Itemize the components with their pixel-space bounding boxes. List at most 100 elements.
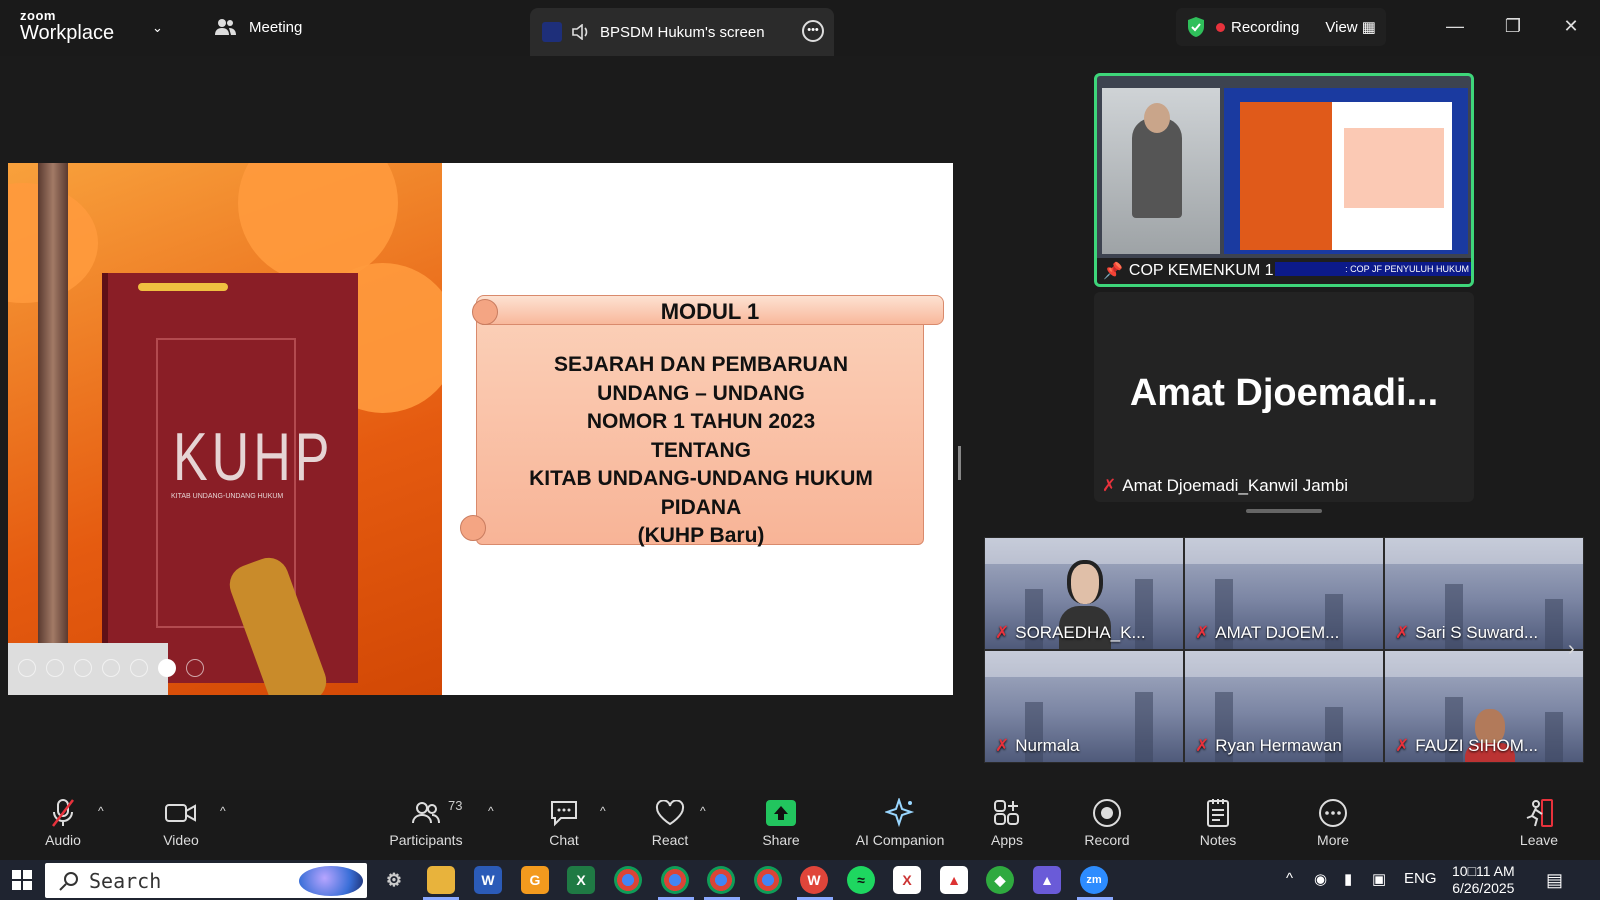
camera-icon[interactable] bbox=[158, 659, 176, 677]
share-label: BPSDM Hukum's screen bbox=[600, 23, 765, 41]
title-line: NOMOR 1 TAHUN 2023 bbox=[586, 410, 816, 433]
video-button[interactable]: Video bbox=[136, 796, 226, 848]
shared-screen[interactable]: KUHP KITAB UNDANG-UNDANG HUKUM MODUL 1 S… bbox=[8, 163, 953, 695]
gallery-tile[interactable]: ✗ Sari S Suward... bbox=[1384, 537, 1584, 650]
tray-chevron-up-icon[interactable]: ^ bbox=[1286, 870, 1293, 887]
participant-name: Amat Djoemadi_Kanwil Jambi bbox=[1122, 476, 1349, 495]
tray-app-icon[interactable]: ◉ bbox=[1314, 870, 1327, 888]
caret-up-icon[interactable]: ^ bbox=[700, 804, 706, 818]
chrome-icon[interactable] bbox=[614, 866, 642, 894]
gallery-tile[interactable]: ✗ FAUZI SIHOM... bbox=[1384, 650, 1584, 763]
taskbar-search[interactable]: Search bbox=[45, 863, 367, 898]
restore-icon[interactable]: ❐ bbox=[1484, 0, 1542, 52]
app-x-icon[interactable]: X bbox=[893, 866, 921, 894]
leave-label: Leave bbox=[1519, 832, 1559, 848]
minimize-icon[interactable]: — bbox=[1426, 0, 1484, 52]
leave-button[interactable]: Leave bbox=[1494, 796, 1584, 848]
settings-gear-icon[interactable]: ⚙ bbox=[380, 866, 408, 894]
participants-count: 73 bbox=[448, 798, 463, 813]
speaker-icon bbox=[572, 24, 588, 40]
speaker-video bbox=[1102, 88, 1220, 254]
pointer-icon[interactable] bbox=[46, 659, 64, 677]
recording-dot-icon bbox=[1216, 22, 1225, 32]
mic-muted-icon bbox=[52, 799, 74, 827]
title-line: (KUHP Baru) bbox=[637, 524, 765, 547]
gallery-tile[interactable]: ✗ Ryan Hermawan bbox=[1184, 650, 1384, 763]
screen-share-indicator[interactable]: BPSDM Hukum's screen ••• bbox=[530, 8, 834, 56]
heart-icon bbox=[655, 800, 685, 826]
more-options-icon[interactable]: ••• bbox=[802, 20, 824, 42]
slides-app-icon[interactable]: G bbox=[521, 866, 549, 894]
participant-name: Sari S Suward... bbox=[1415, 623, 1539, 642]
meeting-label: Meeting bbox=[249, 18, 303, 36]
title-line: KITAB UNDANG-UNDANG HUKUM bbox=[529, 467, 873, 490]
chrome-icon[interactable] bbox=[707, 866, 735, 894]
kuhp-cover-title: KUHP bbox=[173, 420, 334, 496]
app-icon[interactable]: ▲ bbox=[1033, 866, 1061, 894]
chrome-icon[interactable] bbox=[754, 866, 782, 894]
panel-drag-handle[interactable] bbox=[1246, 509, 1322, 513]
excel-icon[interactable]: X bbox=[567, 866, 595, 894]
status-area: Recording View ▦ bbox=[1176, 8, 1386, 46]
microphone-icon[interactable]: ▮ bbox=[1344, 870, 1352, 888]
muted-mic-icon: ✗ bbox=[1102, 476, 1117, 495]
participant-tile-large[interactable]: Amat Djoemadi... ✗ Amat Djoemadi_Kanwil … bbox=[1094, 292, 1474, 502]
language-indicator[interactable]: ENG bbox=[1404, 870, 1437, 887]
clock-date: 6/26/2025 bbox=[1452, 880, 1515, 896]
record-icon bbox=[1093, 799, 1121, 827]
file-explorer-icon[interactable] bbox=[427, 866, 455, 894]
caret-up-icon[interactable]: ^ bbox=[98, 804, 104, 818]
more-icon[interactable] bbox=[186, 659, 204, 677]
title-bar: zoom Workplace ⌄ Meeting BPSDM Hukum's s… bbox=[0, 0, 1600, 56]
chat-button[interactable]: Chat bbox=[519, 796, 609, 848]
title-line: PIDANA bbox=[660, 495, 742, 519]
windows-start-icon[interactable] bbox=[12, 870, 32, 890]
gallery-tile[interactable]: ✗ Nurmala bbox=[984, 650, 1184, 763]
video-camera-icon bbox=[165, 804, 196, 822]
view-button[interactable]: View ▦ bbox=[1325, 18, 1376, 36]
title-line: SEJARAH DAN PEMBARUAN bbox=[553, 353, 849, 376]
shield-icon[interactable] bbox=[1186, 16, 1206, 38]
notes-button[interactable]: Notes bbox=[1173, 796, 1263, 848]
spotify-icon[interactable]: ≈ bbox=[847, 866, 875, 894]
more-button[interactable]: More bbox=[1288, 796, 1378, 848]
chevron-right-icon[interactable]: › bbox=[1568, 638, 1575, 661]
gallery-tile[interactable]: ✗ SORAEDHA_K... bbox=[984, 537, 1184, 650]
apps-button[interactable]: Apps bbox=[962, 796, 1052, 848]
pdf-reader-icon[interactable]: W bbox=[800, 866, 828, 894]
recording-indicator[interactable]: Recording bbox=[1216, 19, 1299, 36]
caret-up-icon[interactable]: ^ bbox=[220, 804, 226, 818]
prev-icon[interactable] bbox=[18, 659, 36, 677]
network-icon[interactable]: ▣ bbox=[1372, 870, 1386, 888]
zoom-app-icon[interactable]: zm bbox=[1080, 866, 1108, 894]
close-icon[interactable]: ✕ bbox=[1542, 0, 1600, 52]
zoom-icon[interactable] bbox=[130, 659, 148, 677]
zoom-logo[interactable]: zoom Workplace bbox=[20, 9, 114, 44]
caret-up-icon[interactable]: ^ bbox=[600, 804, 606, 818]
word-icon[interactable]: W bbox=[474, 866, 502, 894]
more-icon bbox=[1319, 799, 1347, 827]
gallery-tile[interactable]: ✗ AMAT DJOEM... bbox=[1184, 537, 1384, 650]
clock[interactable]: 10□11 AM 6/26/2025 bbox=[1452, 863, 1515, 897]
gallery-grid: ✗ SORAEDHA_K... ✗ AMAT DJOEM... ✗ Sari S Su… bbox=[984, 537, 1584, 763]
search-placeholder: Search bbox=[89, 868, 162, 893]
active-speaker-tile[interactable]: 📌 COP KEMENKUM 1 : COP JF PENYULUH HUKUM bbox=[1094, 73, 1474, 287]
title-scroll: MODUL 1 SEJARAH DAN PEMBARUAN UNDANG – U… bbox=[460, 295, 944, 547]
record-button[interactable]: Record bbox=[1062, 796, 1152, 848]
more-label: More bbox=[1317, 832, 1349, 848]
share-button[interactable]: Share bbox=[736, 796, 826, 848]
chevron-down-icon[interactable]: ⌄ bbox=[152, 20, 163, 36]
app-icon[interactable]: ◆ bbox=[986, 866, 1014, 894]
notifications-icon[interactable]: ▤ bbox=[1546, 870, 1563, 891]
caret-up-icon[interactable]: ^ bbox=[488, 804, 494, 818]
pin-icon: 📌 bbox=[1103, 263, 1123, 280]
ai-companion-button[interactable]: AI Companion bbox=[845, 796, 955, 848]
chrome-icon[interactable] bbox=[661, 866, 689, 894]
participant-name-tag: ✗ Amat Djoemadi_Kanwil Jambi bbox=[1102, 476, 1348, 496]
audio-button[interactable]: Audio bbox=[18, 796, 108, 848]
grid-icon[interactable] bbox=[102, 659, 120, 677]
panel-resize-handle[interactable] bbox=[958, 446, 961, 480]
app-icon[interactable]: ▲ bbox=[940, 866, 968, 894]
pen-icon[interactable] bbox=[74, 659, 92, 677]
meeting-menu[interactable]: Meeting bbox=[215, 18, 302, 36]
